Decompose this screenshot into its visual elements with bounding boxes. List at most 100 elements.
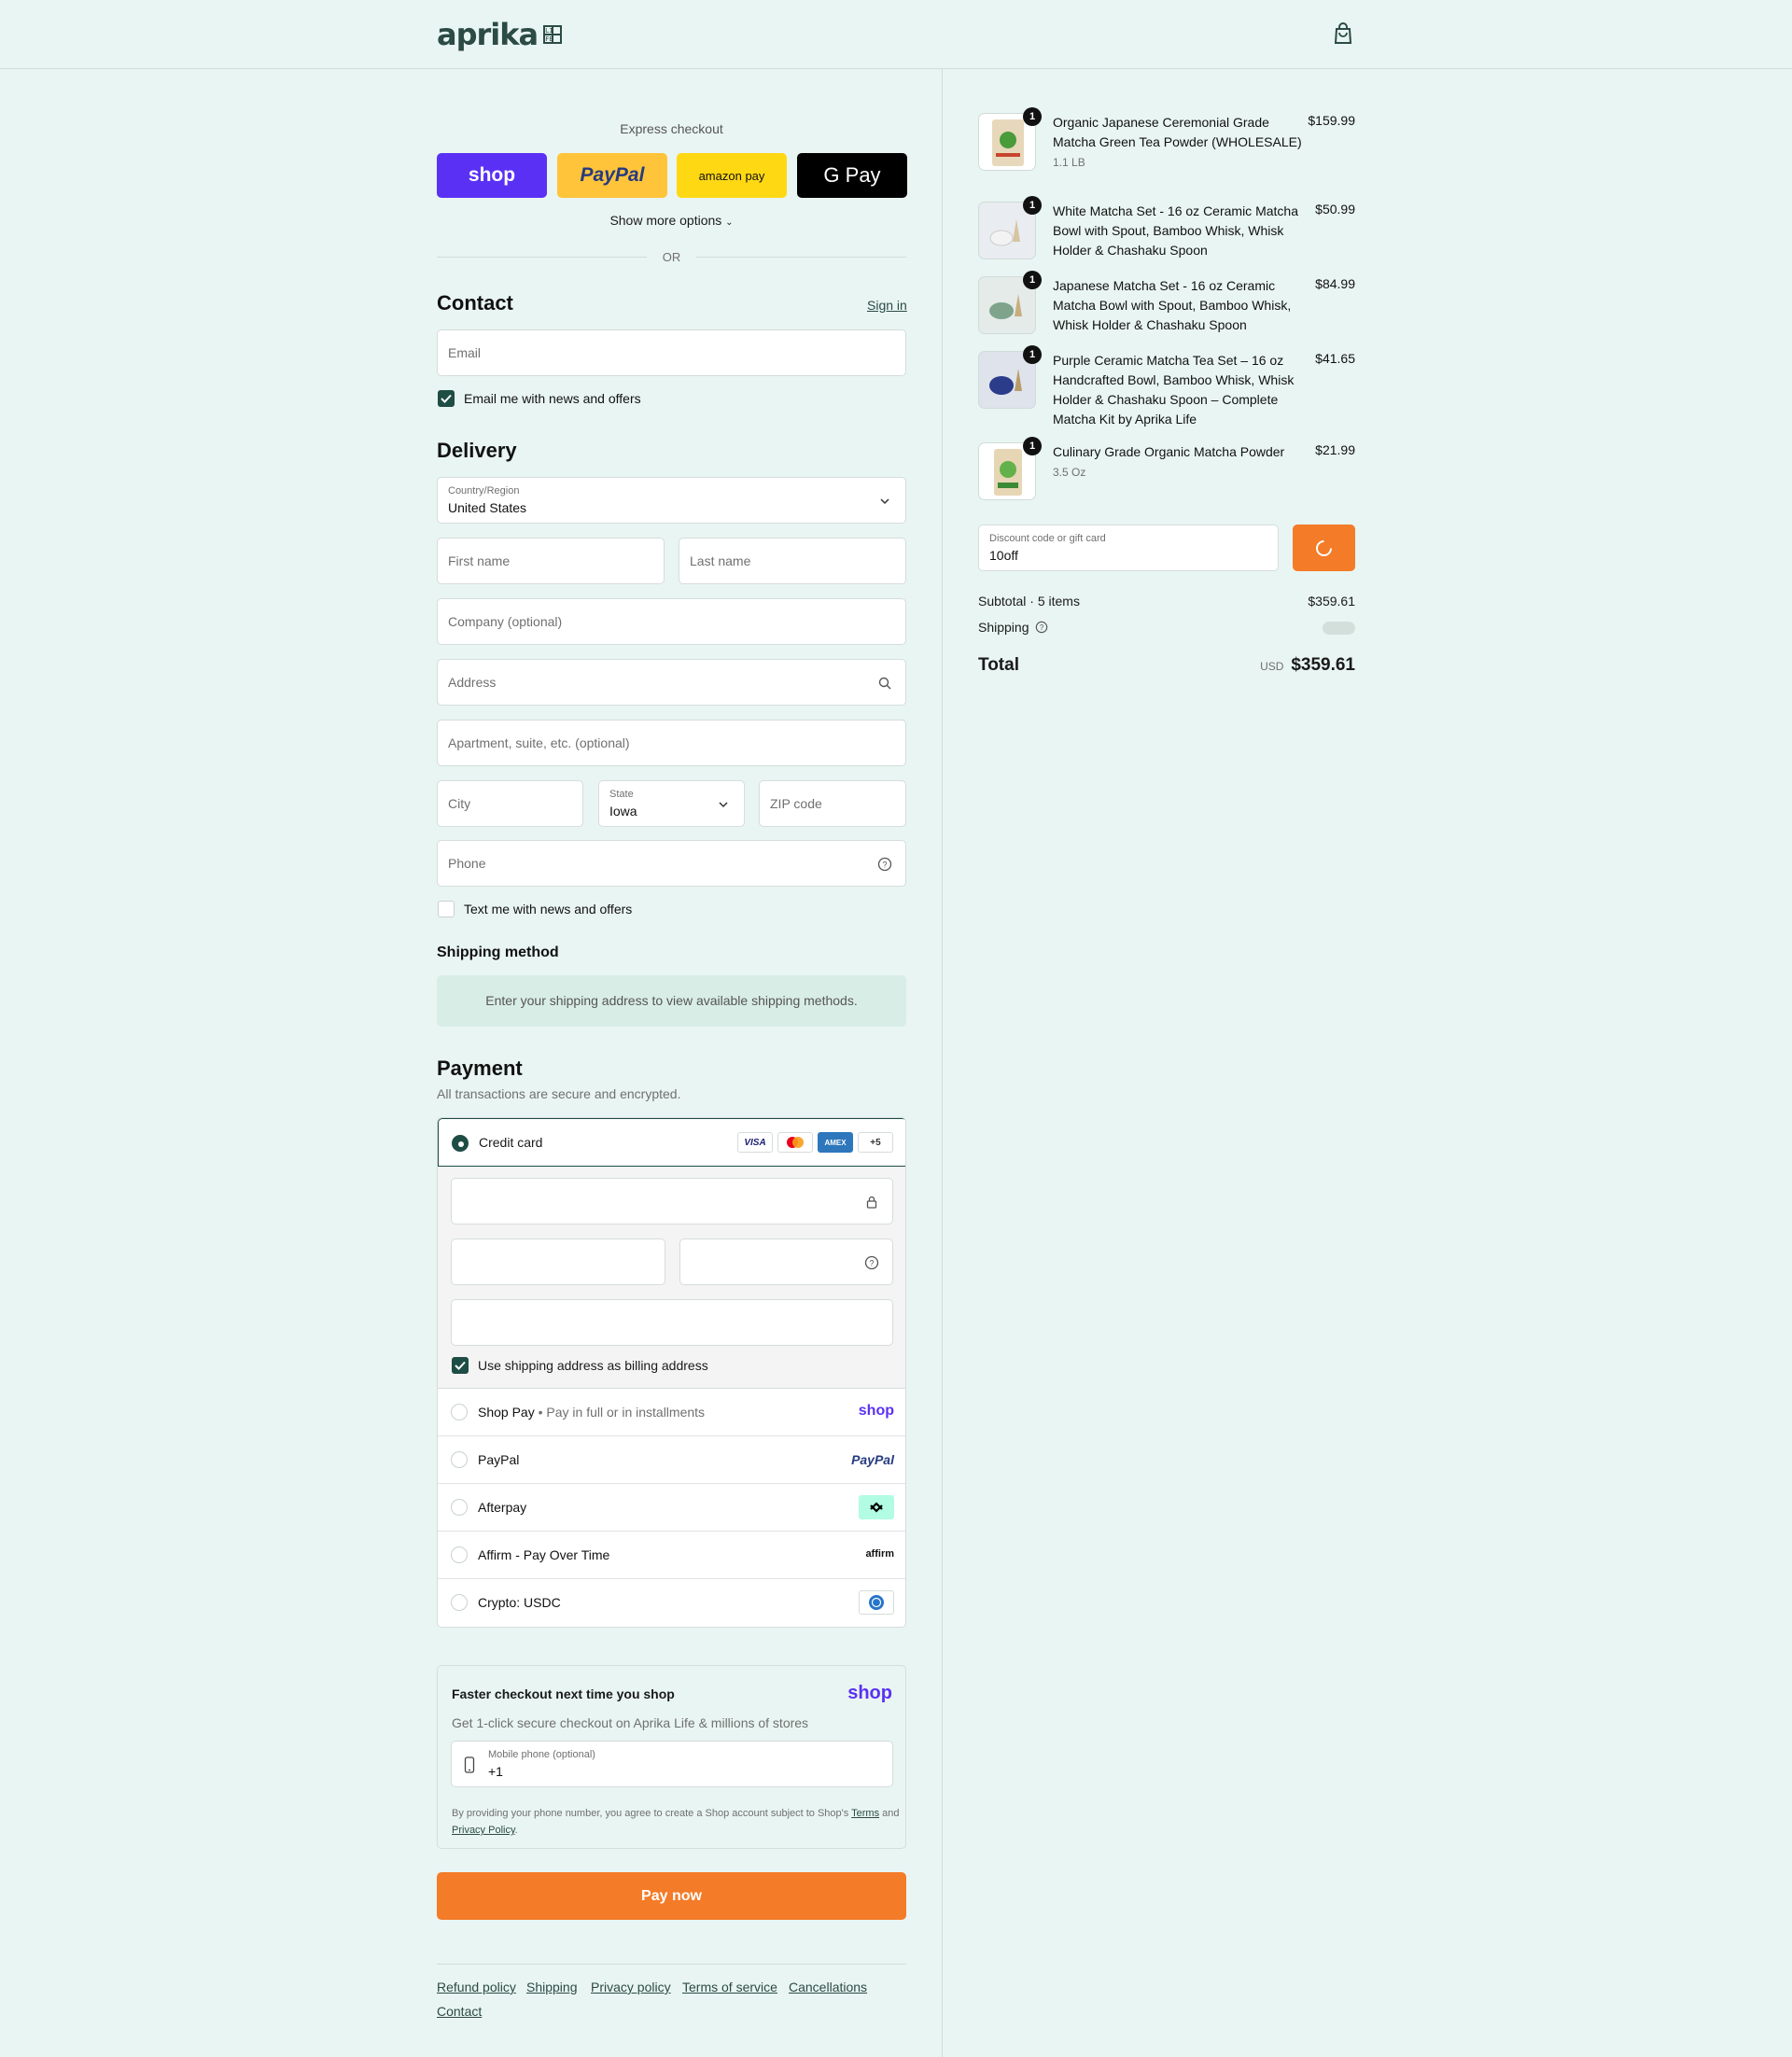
chevron-down-icon xyxy=(880,498,889,505)
crypto-option[interactable]: Crypto: USDC xyxy=(438,1579,905,1627)
cart-item: 1 Purple Ceramic Matcha Tea Set – 16 oz … xyxy=(978,345,1355,429)
item-name: Japanese Matcha Set - 16 oz Ceramic Matc… xyxy=(1053,278,1292,332)
paypal-button[interactable]: PayPal xyxy=(557,153,667,198)
amazon-pay-label: amazon pay xyxy=(698,168,765,183)
shop-pay-button[interactable]: shop xyxy=(437,153,547,198)
shopping-bag-icon[interactable] xyxy=(1333,22,1353,45)
shop-pay-sub: Pay in full or in installments xyxy=(546,1405,706,1420)
apartment-field[interactable]: Apartment, suite, etc. (optional) xyxy=(437,720,906,766)
name-on-card-field[interactable] xyxy=(451,1299,893,1346)
terms-link[interactable]: Terms xyxy=(851,1808,879,1819)
state-select[interactable]: State Iowa xyxy=(598,780,745,827)
help-icon[interactable]: ? xyxy=(877,857,892,872)
visa-icon: VISA xyxy=(737,1132,773,1153)
faster-checkout-box: Faster checkout next time you shop shop … xyxy=(437,1665,906,1849)
credit-card-option[interactable]: Credit card VISA AMEX +5 xyxy=(438,1118,905,1167)
item-variant: 3.5 Oz xyxy=(1053,466,1086,479)
svg-text:?: ? xyxy=(869,1259,874,1268)
quantity-badge: 1 xyxy=(1023,437,1042,455)
badge-top: LI xyxy=(544,26,553,35)
text-news-label: Text me with news and offers xyxy=(464,902,633,917)
address-field[interactable]: Address xyxy=(437,659,906,706)
credit-card-radio[interactable] xyxy=(452,1135,469,1152)
google-pay-button[interactable]: G Pay xyxy=(797,153,907,198)
state-value: Iowa xyxy=(609,804,637,819)
column-divider xyxy=(942,69,943,2057)
amazon-pay-button[interactable]: amazon pay xyxy=(677,153,787,198)
company-field[interactable]: Company (optional) xyxy=(437,598,906,645)
usdc-icon xyxy=(859,1590,894,1615)
shipping-method-title: Shipping method xyxy=(437,945,559,960)
help-icon[interactable]: ? xyxy=(1035,621,1048,634)
legal-prefix: By providing your phone number, you agre… xyxy=(452,1808,849,1819)
shipping-link[interactable]: Shipping xyxy=(526,1980,578,1994)
shop-pay-option[interactable]: Shop Pay • Pay in full or in installment… xyxy=(438,1389,905,1436)
legal-and: and xyxy=(882,1808,900,1819)
help-icon[interactable]: ? xyxy=(864,1255,879,1270)
company-placeholder: Company (optional) xyxy=(448,614,563,629)
total-value: $359.61 xyxy=(1291,655,1355,675)
first-name-field[interactable]: First name xyxy=(437,538,665,584)
state-label: State xyxy=(609,789,634,800)
svg-text:?: ? xyxy=(1040,623,1044,632)
contact-link[interactable]: Contact xyxy=(437,2004,482,2019)
text-news-checkbox[interactable] xyxy=(438,901,455,917)
pay-now-button[interactable]: Pay now xyxy=(437,1872,906,1920)
cancellations-link[interactable]: Cancellations xyxy=(789,1980,867,1994)
brand-badge: LI FE xyxy=(543,25,563,44)
crypto-radio[interactable] xyxy=(451,1594,468,1611)
last-name-placeholder: Last name xyxy=(690,553,751,568)
more-cards-text: +5 xyxy=(870,1137,881,1148)
mobile-phone-icon xyxy=(464,1756,475,1773)
discount-code-field[interactable]: Discount code or gift card 10off xyxy=(978,525,1279,571)
shipping-method-info: Enter your shipping address to view avai… xyxy=(437,975,906,1027)
item-price: $21.99 xyxy=(1315,442,1355,457)
zip-placeholder: ZIP code xyxy=(770,796,822,811)
total-label: Total xyxy=(978,655,1019,675)
shop-logo: shop xyxy=(847,1683,892,1703)
paypal-option[interactable]: PayPal PayPal xyxy=(438,1436,905,1484)
affirm-name: Affirm - Pay Over Time xyxy=(478,1547,610,1562)
brand-logo[interactable]: aprika LI FE xyxy=(437,17,563,52)
city-placeholder: City xyxy=(448,796,471,811)
shop-pay-radio[interactable] xyxy=(451,1404,468,1420)
email-field[interactable]: Email xyxy=(437,329,906,376)
paypal-logo: PayPal xyxy=(851,1452,894,1467)
credit-card-label: Credit card xyxy=(479,1135,543,1150)
email-news-label: Email me with news and offers xyxy=(464,391,641,406)
item-name: Culinary Grade Organic Matcha Powder xyxy=(1053,444,1285,459)
phone-field[interactable]: Phone ? xyxy=(437,840,906,887)
affirm-radio[interactable] xyxy=(451,1546,468,1563)
afterpay-option[interactable]: Afterpay xyxy=(438,1484,905,1532)
apply-discount-button[interactable] xyxy=(1293,525,1355,571)
mobile-phone-field[interactable]: Mobile phone (optional) +1 xyxy=(451,1741,893,1787)
faster-checkout-subtitle: Get 1-click secure checkout on Aprika Li… xyxy=(452,1715,809,1730)
afterpay-radio[interactable] xyxy=(451,1499,468,1516)
show-more-options[interactable]: Show more options ⌄ xyxy=(437,213,906,228)
paypal-radio[interactable] xyxy=(451,1451,468,1468)
terms-of-service-link[interactable]: Terms of service xyxy=(682,1980,777,1994)
zip-field[interactable]: ZIP code xyxy=(759,780,906,827)
subtotal-value: $359.61 xyxy=(1308,594,1355,609)
city-field[interactable]: City xyxy=(437,780,583,827)
card-number-field[interactable] xyxy=(451,1178,893,1224)
privacy-policy-footer-link[interactable]: Privacy policy xyxy=(591,1980,671,1994)
country-select[interactable]: Country/Region United States xyxy=(437,477,906,524)
cart-item: 1 Organic Japanese Ceremonial Grade Matc… xyxy=(978,107,1355,183)
footer-divider xyxy=(437,1964,906,1965)
last-name-field[interactable]: Last name xyxy=(679,538,906,584)
item-price: $159.99 xyxy=(1308,113,1355,128)
crypto-name: Crypto: USDC xyxy=(478,1595,561,1610)
billing-address-checkbox[interactable] xyxy=(452,1357,469,1374)
checkmark-icon xyxy=(455,1361,466,1370)
refund-policy-link[interactable]: Refund policy xyxy=(437,1980,516,1994)
expiration-field[interactable] xyxy=(451,1238,665,1285)
item-name: Purple Ceramic Matcha Tea Set – 16 oz Ha… xyxy=(1053,353,1295,427)
sign-in-link[interactable]: Sign in xyxy=(867,298,907,313)
security-code-field[interactable]: ? xyxy=(679,1238,893,1285)
privacy-policy-link[interactable]: Privacy Policy xyxy=(452,1825,515,1836)
email-news-checkbox[interactable] xyxy=(438,390,455,407)
legal-period: . xyxy=(514,1825,518,1836)
more-cards-badge: +5 xyxy=(858,1132,893,1153)
affirm-option[interactable]: Affirm - Pay Over Time affirm xyxy=(438,1532,905,1579)
